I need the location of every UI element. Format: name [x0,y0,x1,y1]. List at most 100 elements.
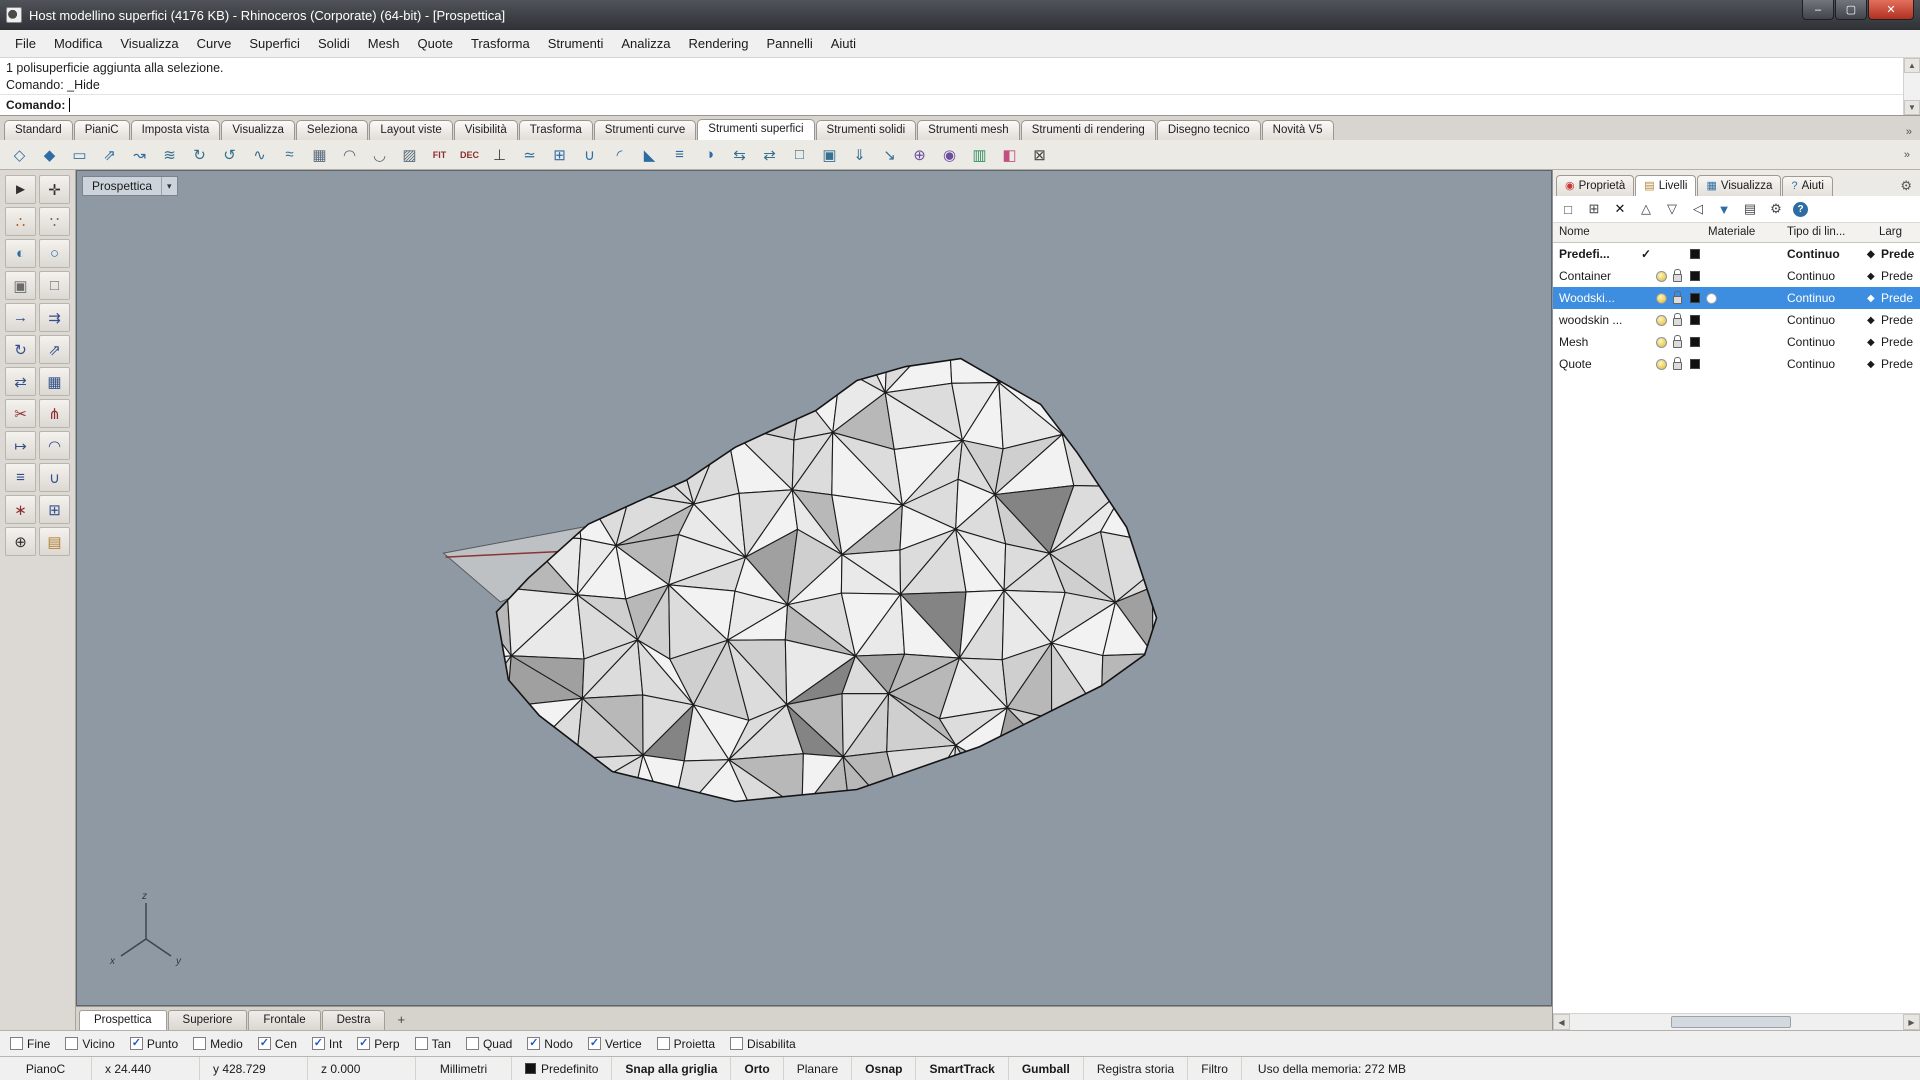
toolbar-tab[interactable]: Standard [4,120,73,140]
osnap-toggle[interactable]: ✓ Proietta [657,1037,715,1051]
move-down-icon[interactable]: ▽ [1663,200,1681,218]
layer-print-width[interactable]: Prede [1881,331,1919,353]
panel-gear-icon[interactable]: ⚙ [1895,176,1917,196]
panel-tab[interactable]: ▤ Livelli [1635,175,1696,196]
match-surface-icon[interactable]: ≃ [516,143,543,167]
osnap-checkbox[interactable]: ✓ [657,1037,670,1050]
toolbar-overflow-button[interactable]: » [1900,147,1914,163]
toolbar-tab[interactable]: Strumenti di rendering [1021,120,1156,140]
menu-item[interactable]: Analizza [612,32,679,55]
pan-view-icon[interactable]: ✛ [39,175,70,204]
sweep-2-rails-icon[interactable]: ≈ [276,143,303,167]
sweep-1-rail-icon[interactable]: ∿ [246,143,273,167]
toolbar-tab[interactable]: Disegno tecnico [1157,120,1261,140]
layer-linetype[interactable]: Continuo [1787,309,1835,331]
layer-lock-icon[interactable] [1673,265,1682,287]
toolbar-tab[interactable]: Visualizza [221,120,295,140]
network-surface-icon[interactable]: ▦ [306,143,333,167]
osnap-toggle[interactable]: ✓ Punto [130,1037,178,1051]
command-scrollbar[interactable]: ▲ ▼ [1903,58,1920,115]
toolbar-tab[interactable]: Strumenti curve [594,120,697,140]
rotate-icon[interactable]: ↻ [5,335,36,364]
toolbar-tab[interactable]: Trasforma [519,120,593,140]
layer-tools-icon[interactable]: ⚙ [1767,200,1785,218]
osnap-checkbox[interactable]: ✓ [10,1037,23,1050]
layer-row[interactable]: Container ✓ Continuo ◆ Prede [1553,265,1920,287]
heightfield-icon[interactable]: ▨ [396,143,423,167]
osnap-checkbox[interactable]: ✓ [193,1037,206,1050]
layer-material-icon[interactable] [1706,287,1717,309]
layer-color-swatch[interactable] [1690,309,1700,331]
layer-linetype[interactable]: Continuo [1787,265,1835,287]
menu-item[interactable]: Aiuti [822,32,865,55]
layer-linetype[interactable]: Continuo [1787,287,1835,309]
revolve-icon[interactable]: ↻ [186,143,213,167]
menu-item[interactable]: Superfici [240,32,309,55]
status-units[interactable]: Millimetri [416,1057,512,1080]
osnap-checkbox[interactable]: ✓ [730,1037,743,1050]
scroll-down-icon[interactable]: ▼ [1904,100,1920,115]
explode-icon[interactable]: ∗ [5,495,36,524]
toolbar-tab[interactable]: Novità V5 [1262,120,1334,140]
new-viewport-tab-button[interactable]: + [389,1011,413,1030]
drape-icon[interactable]: ◡ [366,143,393,167]
layer-lock-icon[interactable] [1673,353,1682,375]
osnap-toggle[interactable]: ✓ Fine [10,1037,50,1051]
menu-item[interactable]: Quote [409,32,462,55]
osnap-checkbox[interactable]: ✓ [65,1037,78,1050]
zebra-analysis-icon[interactable]: ▥ [966,143,993,167]
edge-tools-icon[interactable]: ⊠ [1026,143,1053,167]
new-sublayer-icon[interactable]: ⊞ [1585,200,1603,218]
panel-tab[interactable]: ◉ Proprietà [1556,175,1634,196]
loft-icon[interactable]: ≋ [156,143,183,167]
copy-icon[interactable]: ⇉ [39,303,70,332]
layer-row[interactable]: Woodski... ✓ Continuo ◆ Prede [1553,287,1920,309]
help-icon[interactable]: ? [1793,202,1808,217]
osnap-toggle[interactable]: ✓ Vicino [65,1037,114,1051]
extend-icon[interactable]: ↦ [5,431,36,460]
osnap-checkbox[interactable]: ✓ [415,1037,428,1050]
environment-map-icon[interactable]: ◧ [996,143,1023,167]
chamfer-surface-icon[interactable]: ◣ [636,143,663,167]
hide-objects-icon[interactable]: ◐ [5,239,36,268]
smash-icon[interactable]: ↘ [876,143,903,167]
toolbar-tab[interactable]: Seleziona [296,120,369,140]
layer-on-bulb-icon[interactable] [1656,309,1667,331]
menu-item[interactable]: Visualizza [111,32,187,55]
menu-item[interactable]: Rendering [679,32,757,55]
scroll-up-icon[interactable]: ▲ [1904,58,1920,73]
viewport-tab[interactable]: Frontale [248,1010,320,1030]
offset-icon[interactable]: ≡ [5,463,36,492]
toolbar-tab[interactable]: Visibilità [454,120,518,140]
layer-lock-icon[interactable] [1673,309,1682,331]
menu-item[interactable]: Pannelli [757,32,821,55]
layers-panel-icon[interactable]: ▤ [39,527,70,556]
refit-surface-icon[interactable]: ⊥ [486,143,513,167]
planar-surface-icon[interactable]: ▭ [66,143,93,167]
fillet-surface-icon[interactable]: ◜ [606,143,633,167]
close-button[interactable]: ✕ [1868,0,1914,20]
menu-item[interactable]: Mesh [359,32,409,55]
osnap-toggle[interactable]: ✓ Tan [415,1037,451,1051]
move-icon[interactable]: → [5,303,36,332]
layer-on-bulb-icon[interactable] [1656,287,1667,309]
layer-on-bulb-icon[interactable] [1656,353,1667,375]
layer-on-bulb-icon[interactable] [1656,331,1667,353]
layer-on-bulb-icon[interactable] [1656,265,1667,287]
viewport-title[interactable]: Prospettica ▾ [82,176,178,196]
control-points-on-icon[interactable]: ∴ [5,207,36,236]
curvature-analysis-icon[interactable]: ◉ [936,143,963,167]
status-toggle[interactable]: Filtro [1188,1057,1242,1080]
status-toggle[interactable]: Snap alla griglia [612,1057,731,1080]
scroll-right-icon[interactable]: ▶ [1903,1014,1920,1030]
variable-offset-icon[interactable]: ◑ [696,143,723,167]
menu-item[interactable]: Trasforma [462,32,539,55]
layer-print-width[interactable]: Prede [1881,353,1919,375]
show-objects-icon[interactable]: ○ [39,239,70,268]
layer-lock-icon[interactable] [1673,331,1682,353]
layer-color-swatch[interactable] [1690,265,1700,287]
merge-surface-icon[interactable]: ⊞ [546,143,573,167]
viewport-tab[interactable]: Prospettica [79,1010,167,1030]
layer-row[interactable]: Predefi... ✓ Continuo ◆ Prede [1553,243,1920,265]
join-icon[interactable]: ∪ [39,463,70,492]
